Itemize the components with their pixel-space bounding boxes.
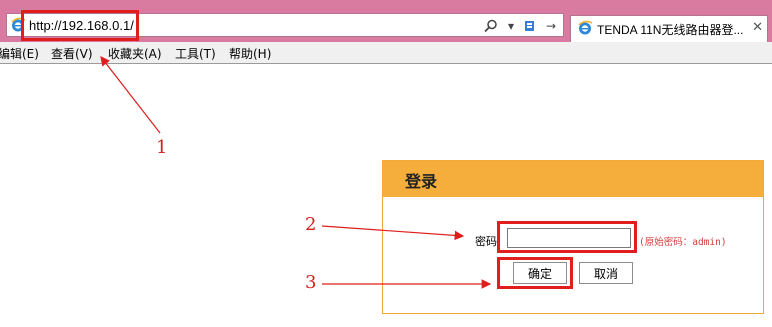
password-highlight-box <box>497 221 637 253</box>
annotation-label-2: 2 <box>305 214 317 235</box>
menu-view[interactable]: 查看(V) <box>51 45 93 62</box>
password-hint: (原始密码：admin) <box>639 237 727 248</box>
tab-close-icon[interactable]: ✕ <box>752 20 763 35</box>
password-label: 密码 <box>475 235 497 248</box>
menu-bar: 编辑(E) 查看(V) 收藏夹(A) 工具(T) 帮助(H) <box>0 42 772 64</box>
tab-ie-icon <box>577 20 593 36</box>
tab-title: TENDA 11N无线路由器登... <box>597 23 744 37</box>
menu-tools[interactable]: 工具(T) <box>175 45 216 62</box>
menu-help[interactable]: 帮助(H) <box>229 45 271 62</box>
address-controls: ▾ → <box>483 17 559 35</box>
arrow-1 <box>100 56 161 134</box>
annotation-label-3: 3 <box>305 272 317 293</box>
dropdown-icon[interactable]: ▾ <box>503 18 519 34</box>
menu-favorites[interactable]: 收藏夹(A) <box>108 45 162 62</box>
browser-tab[interactable]: TENDA 11N无线路由器登... ✕ <box>570 15 768 42</box>
search-icon[interactable] <box>483 18 499 34</box>
url-highlight-box <box>21 10 139 41</box>
confirm-highlight-box <box>497 257 573 289</box>
login-header: 登录 <box>383 161 763 197</box>
go-arrow-icon[interactable]: → <box>543 18 559 34</box>
cancel-button[interactable]: 取消 <box>579 262 633 284</box>
menu-edit[interactable]: 编辑(E) <box>0 45 39 62</box>
annotation-label-1: 1 <box>156 137 168 158</box>
login-title: 登录 <box>405 172 438 191</box>
compatibility-view-icon[interactable] <box>523 18 539 34</box>
